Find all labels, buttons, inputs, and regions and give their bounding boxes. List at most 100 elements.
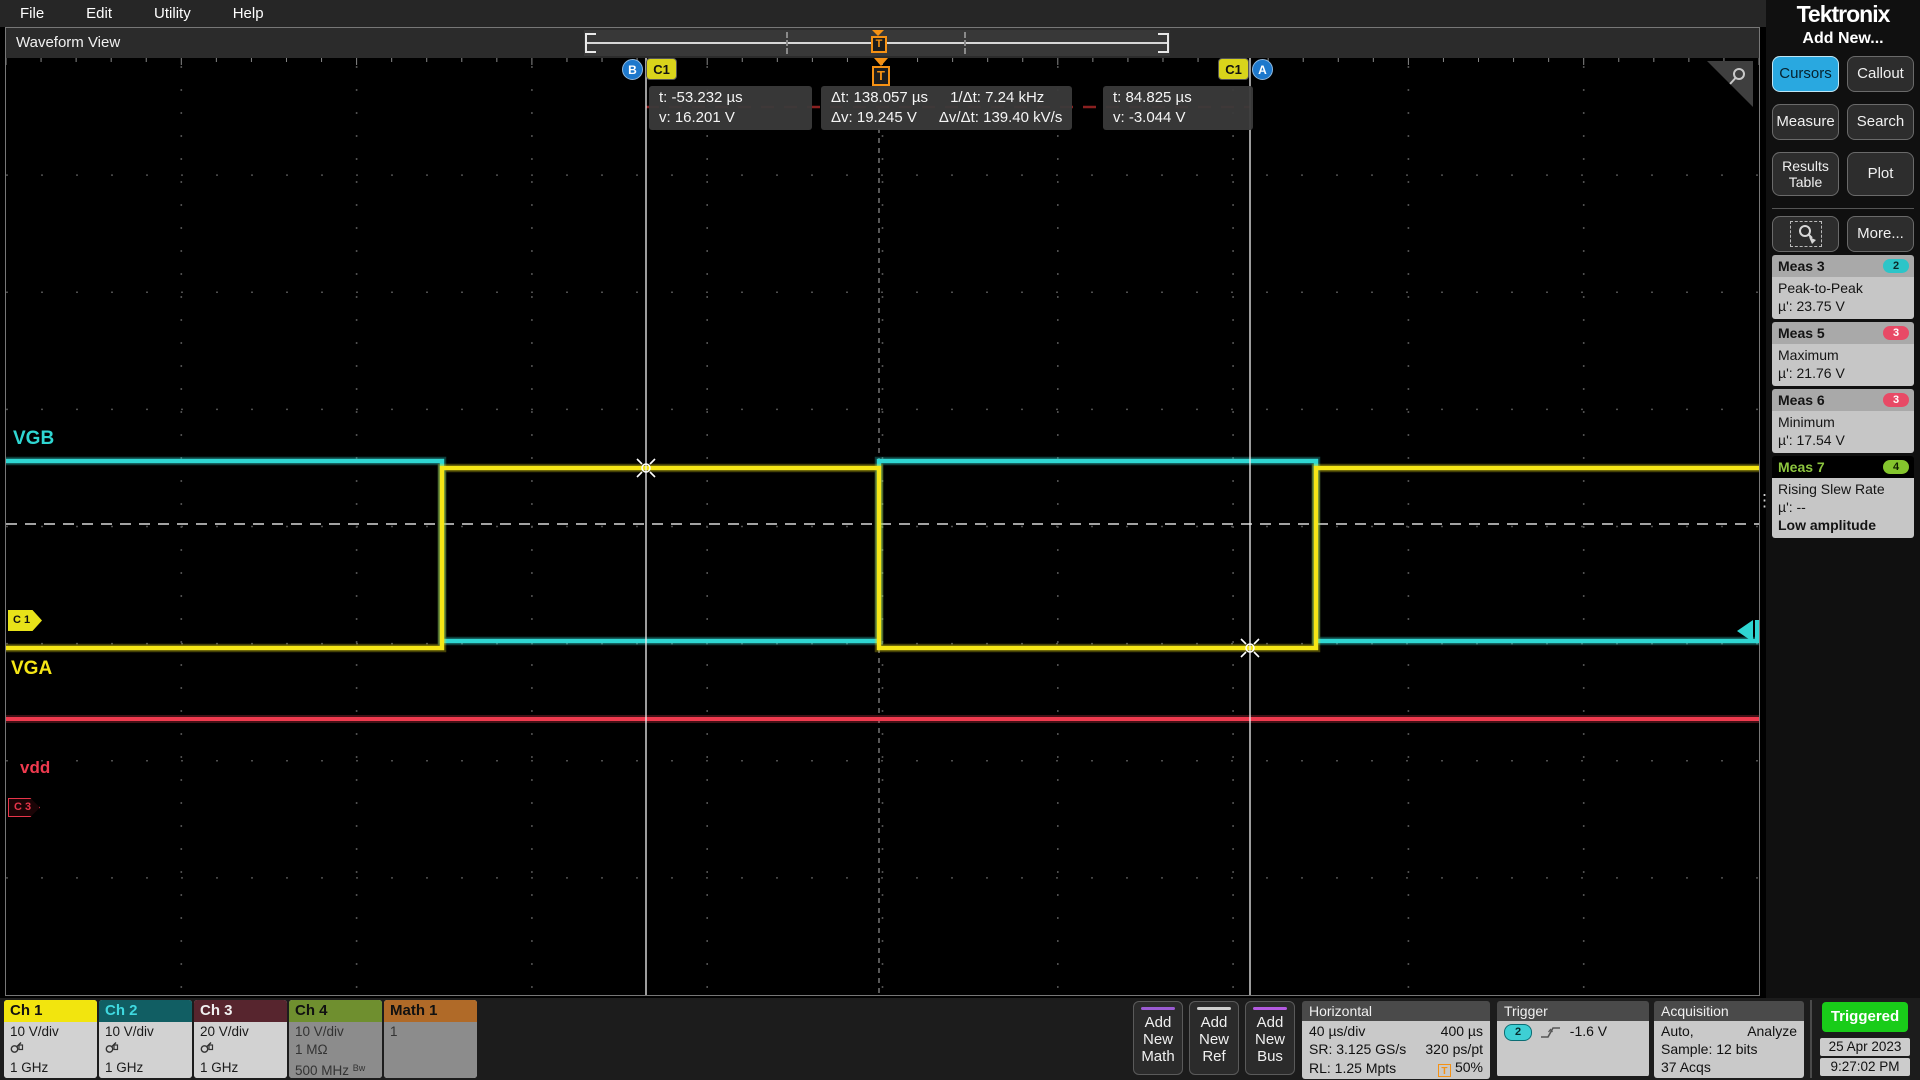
cursor-a-channel-badge[interactable]: C1: [1218, 58, 1249, 80]
channel3-scale: 20 V/div: [200, 1023, 287, 1041]
meas6-value: µ': 17.54 V: [1778, 431, 1908, 449]
record-length: RL: 1.25 Mpts: [1309, 1059, 1396, 1077]
overview-window-right-bracket[interactable]: [1158, 33, 1169, 53]
zoom-select-icon: [1790, 221, 1822, 247]
overview-trigger-flag[interactable]: T: [871, 30, 887, 53]
channel2-bandwidth: 1 GHz: [105, 1059, 192, 1077]
add-measure-button[interactable]: Measure: [1772, 104, 1839, 140]
channel4-badge[interactable]: Ch 4 10 V/div 1 MΩ 500 MHz Bw: [289, 1000, 382, 1078]
cursor-a-readout[interactable]: t: 84.825 µs v: -3.044 V: [1103, 86, 1253, 130]
trigger-level: -1.6 V: [1570, 1023, 1607, 1039]
meas5-value: µ': 21.76 V: [1778, 364, 1908, 382]
trace-label-vdd: vdd: [20, 758, 50, 778]
trigger-t-icon: T: [871, 36, 887, 53]
channel1-bandwidth: 1 GHz: [10, 1059, 97, 1077]
meas7-source-badge: 4: [1883, 460, 1909, 474]
cursor-delta-readout[interactable]: Δt: 138.057 µs 1/Δt: 7.24 kHz Δv: 19.245…: [821, 86, 1072, 130]
expansion-point-arrow[interactable]: [1737, 620, 1759, 642]
add-cursors-button[interactable]: Cursors: [1772, 56, 1839, 92]
meas3-source-badge: 2: [1883, 259, 1909, 273]
trigger-position-flag[interactable]: T: [870, 58, 890, 86]
triggered-status: Triggered: [1822, 1002, 1908, 1032]
bus-color-stripe: [1253, 1007, 1287, 1010]
acquisition-count: 37 Acqs: [1661, 1058, 1797, 1076]
horizontal-window: 400 µs: [1441, 1022, 1483, 1040]
waveform-view-header: Waveform View T: [6, 28, 1759, 59]
bandwidth-limit-note: Bw: [353, 1063, 366, 1073]
date-display: 25 Apr 2023: [1820, 1038, 1910, 1056]
add-plot-button[interactable]: Plot: [1847, 152, 1914, 196]
more-button[interactable]: More...: [1847, 216, 1914, 252]
trigger-arrow-icon: [874, 58, 888, 66]
meas7-panel[interactable]: Meas 7 4 Rising Slew Rate µ': -- Low amp…: [1772, 456, 1914, 538]
acquisition-panel[interactable]: Acquisition Auto,Analyze Sample: 12 bits…: [1654, 1001, 1804, 1078]
acquisition-analyze: Analyze: [1747, 1022, 1797, 1040]
channel2-scale: 10 V/div: [105, 1023, 192, 1041]
horizontal-overview-bar[interactable]: T: [584, 30, 1170, 56]
zoom-select-button[interactable]: [1772, 216, 1839, 252]
channel4-bandwidth: 500 MHz: [295, 1063, 349, 1078]
add-new-math-button[interactable]: AddNewMath: [1133, 1001, 1183, 1075]
horizontal-scale: 40 µs/div: [1309, 1022, 1365, 1040]
cursor-a-voltage: v: -3.044 V: [1113, 108, 1186, 128]
trigger-title: Trigger: [1497, 1001, 1649, 1021]
meas3-body: Peak-to-Peak µ': 23.75 V: [1772, 277, 1914, 319]
acquisition-settings: Auto,Analyze Sample: 12 bits 37 Acqs: [1654, 1021, 1804, 1078]
channel3-settings: 20 V/div 1 GHz: [194, 1022, 287, 1078]
menu-file[interactable]: File: [20, 5, 44, 22]
horizontal-panel[interactable]: Horizontal 40 µs/div400 µs SR: 3.125 GS/…: [1302, 1001, 1490, 1079]
meas6-header: Meas 6 3: [1772, 389, 1914, 411]
channel2-badge[interactable]: Ch 2 10 V/div 1 GHz: [99, 1000, 192, 1078]
horizontal-position: 50%: [1455, 1059, 1483, 1075]
overview-window-left-bracket[interactable]: [585, 33, 596, 53]
channel4-settings: 10 V/div 1 MΩ 500 MHz Bw: [289, 1022, 382, 1078]
channel1-settings: 10 V/div 1 GHz: [4, 1022, 97, 1078]
add-search-button[interactable]: Search: [1847, 104, 1914, 140]
meas7-note: Low amplitude: [1778, 516, 1908, 534]
channel2-settings: 10 V/div 1 GHz: [99, 1022, 192, 1078]
trigger-panel[interactable]: Trigger 2 -1.6 V: [1497, 1001, 1649, 1077]
cursor-b-readout[interactable]: t: -53.232 µs v: 16.201 V: [649, 86, 812, 130]
channel4-scale: 10 V/div: [295, 1023, 382, 1041]
ref-color-stripe: [1197, 1007, 1231, 1010]
delta-v-over-delta-t: Δv/Δt: 139.40 kV/s: [939, 108, 1062, 128]
channel1-scale: 10 V/div: [10, 1023, 97, 1041]
add-new-bus-button[interactable]: AddNewBus: [1245, 1001, 1295, 1075]
sidebar: Tektronix Add New... Cursors Callout Mea…: [1766, 0, 1920, 998]
add-new-ref-button[interactable]: AddNewRef: [1189, 1001, 1239, 1075]
meas7-type: Rising Slew Rate: [1778, 480, 1908, 498]
inverse-delta-t: 1/Δt: 7.24 kHz: [950, 88, 1044, 108]
menu-edit[interactable]: Edit: [86, 5, 112, 22]
left-arrow-icon: [1737, 620, 1753, 642]
math1-expression: 1: [390, 1023, 477, 1041]
cursor-b-time: t: -53.232 µs: [659, 88, 743, 108]
add-callout-button[interactable]: Callout: [1847, 56, 1914, 92]
meas3-panel[interactable]: Meas 3 2 Peak-to-Peak µ': 23.75 V: [1772, 255, 1914, 319]
meas7-header: Meas 7 4: [1772, 456, 1914, 478]
meas6-source-badge: 3: [1883, 393, 1909, 407]
math1-name: Math 1: [384, 1000, 477, 1022]
channel3-bandwidth: 1 GHz: [200, 1059, 287, 1077]
cursor-b-badge[interactable]: B: [622, 59, 643, 80]
menu-help[interactable]: Help: [233, 5, 264, 22]
time-display: 9:27:02 PM: [1820, 1058, 1910, 1076]
meas5-panel[interactable]: Meas 5 3 Maximum µ': 21.76 V: [1772, 322, 1914, 386]
math1-badge[interactable]: Math 1 1: [384, 1000, 477, 1078]
cursor-b-channel-badge[interactable]: C1: [646, 58, 677, 80]
acquisition-mode: Auto,: [1661, 1022, 1694, 1040]
channel3-badge[interactable]: Ch 3 20 V/div 1 GHz: [194, 1000, 287, 1078]
cursor-a-badge[interactable]: A: [1252, 59, 1273, 80]
tektronix-logo: Tektronix: [1766, 1, 1920, 28]
probe-icon: [105, 1041, 119, 1055]
meas5-header: Meas 5 3: [1772, 322, 1914, 344]
meas5-body: Maximum µ': 21.76 V: [1772, 344, 1914, 386]
bottom-bar: Ch 1 10 V/div 1 GHz Ch 2 10 V/div 1 GHz …: [0, 998, 1920, 1080]
meas6-panel[interactable]: Meas 6 3 Minimum µ': 17.54 V: [1772, 389, 1914, 453]
add-results-table-button[interactable]: Results Table: [1772, 152, 1839, 196]
channel1-badge[interactable]: Ch 1 10 V/div 1 GHz: [4, 1000, 97, 1078]
channel4-name: Ch 4: [289, 1000, 382, 1022]
cursor-b-voltage: v: 16.201 V: [659, 108, 735, 128]
delta-v: Δv: 19.245 V: [831, 108, 917, 128]
menu-utility[interactable]: Utility: [154, 5, 191, 22]
trigger-source-badge: 2: [1504, 1024, 1532, 1041]
